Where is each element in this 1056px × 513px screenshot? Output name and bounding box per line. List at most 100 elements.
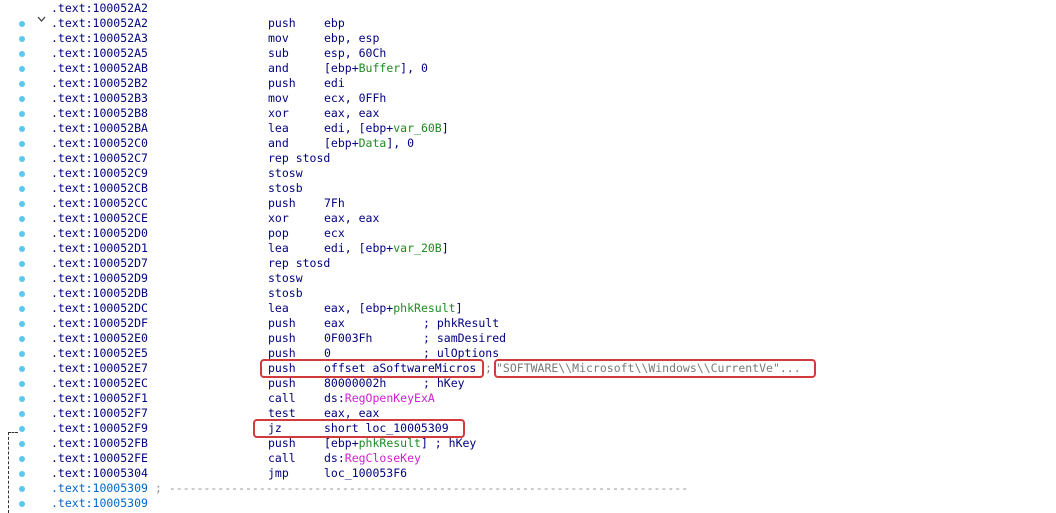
- address: .text:100052CB: [51, 181, 148, 195]
- dot-icon[interactable]: [19, 186, 25, 192]
- jump-arrow-line: [8, 432, 18, 433]
- dot-icon[interactable]: [19, 201, 25, 207]
- code-line[interactable]: .text:100052F1 call ds:RegOpenKeyExA: [51, 391, 1051, 406]
- code-line[interactable]: .text:100052DB stosb: [51, 286, 1051, 301]
- code-line[interactable]: .text:100052C0 and [ebp+Data], 0: [51, 136, 1051, 151]
- dot-icon[interactable]: [19, 456, 25, 462]
- dot-icon[interactable]: [19, 396, 25, 402]
- comment: ; phkResult: [423, 316, 500, 330]
- dot-icon[interactable]: [19, 126, 25, 132]
- code-line[interactable]: .text:10005309 ; ------------------------…: [51, 481, 1051, 496]
- dot-icon[interactable]: [19, 51, 25, 57]
- comment: ; hKey: [423, 376, 465, 390]
- dot-icon[interactable]: [19, 441, 25, 447]
- code-line[interactable]: .text:100052A3 mov ebp, esp: [51, 31, 1051, 46]
- operand: eax, eax: [324, 406, 380, 420]
- dot-icon[interactable]: [19, 81, 25, 87]
- code-line[interactable]: .text:100052BA lea edi, [ebp+var_60B]: [51, 121, 1051, 136]
- code-line[interactable]: .text:100052FB push [ebp+phkResult] ; hKey: [51, 436, 1051, 451]
- mnemonic: call: [268, 451, 296, 465]
- code-line[interactable]: .text:10005309: [51, 496, 1051, 511]
- address: .text:100052EC: [51, 376, 148, 390]
- dot-icon[interactable]: [19, 21, 25, 27]
- code-line[interactable]: .text:100052F7 test eax, eax: [51, 406, 1051, 421]
- address: .text:100052D1: [51, 241, 148, 255]
- code-line[interactable]: .text:100052D1 lea edi, [ebp+var_20B]: [51, 241, 1051, 256]
- dot-icon[interactable]: [19, 486, 25, 492]
- dot-icon[interactable]: [19, 501, 25, 507]
- dot-icon[interactable]: [19, 471, 25, 477]
- code-line[interactable]: .text:100052D9 stosw: [51, 271, 1051, 286]
- address: .text:100052DB: [51, 286, 148, 300]
- variable-name[interactable]: phkResult: [359, 436, 421, 450]
- code-line[interactable]: .text:100052DC lea eax, [ebp+phkResult]: [51, 301, 1051, 316]
- code-line[interactable]: .text:100052CE xor eax, eax: [51, 211, 1051, 226]
- comment: ; ulOptions: [423, 346, 500, 360]
- dot-icon[interactable]: [19, 246, 25, 252]
- dot-icon[interactable]: [19, 276, 25, 282]
- dot-icon[interactable]: [19, 306, 25, 312]
- code-line[interactable]: .text:100052E7 push offset aSoftwareMicros…: [51, 361, 1051, 376]
- code-line[interactable]: .text:100052CB stosb: [51, 181, 1051, 196]
- dot-icon[interactable]: [19, 351, 25, 357]
- variable-name[interactable]: Data: [359, 136, 387, 150]
- api-name[interactable]: RegCloseKey: [345, 451, 421, 465]
- code-line[interactable]: .text:100052A2 push ebp: [51, 16, 1051, 31]
- chevron-down-icon[interactable]: [37, 15, 46, 24]
- code-line[interactable]: .text:10005304 jmp loc_100053F6: [51, 466, 1051, 481]
- dot-icon[interactable]: [19, 291, 25, 297]
- dot-icon[interactable]: [19, 156, 25, 162]
- operand: eax, eax: [324, 211, 380, 225]
- dot-icon[interactable]: [19, 66, 25, 72]
- dot-icon[interactable]: [19, 411, 25, 417]
- dot-icon[interactable]: [19, 381, 25, 387]
- code-line[interactable]: .text:100052CC push 7Fh: [51, 196, 1051, 211]
- dot-icon[interactable]: [19, 336, 25, 342]
- dot-icon[interactable]: [19, 171, 25, 177]
- api-name[interactable]: RegOpenKeyExA: [345, 391, 435, 405]
- dot-icon[interactable]: [19, 36, 25, 42]
- address: .text:100052E0: [51, 331, 148, 345]
- code-line[interactable]: .text:100052A5 sub esp, 60Ch: [51, 46, 1051, 61]
- code-line[interactable]: .text:100052E5 push 0 ; ulOptions: [51, 346, 1051, 361]
- variable-name[interactable]: var_20B: [393, 241, 441, 255]
- code-line[interactable]: .text:100052AB and [ebp+Buffer], 0: [51, 61, 1051, 76]
- operand: 7Fh: [324, 196, 345, 210]
- operand: 0: [324, 346, 331, 360]
- variable-name[interactable]: var_60B: [393, 121, 441, 135]
- dot-icon[interactable]: [19, 216, 25, 222]
- operand: 80000002h: [324, 376, 387, 390]
- dot-icon[interactable]: [19, 96, 25, 102]
- operand: ds:RegCloseKey: [324, 451, 421, 465]
- dot-icon[interactable]: [19, 231, 25, 237]
- code-line[interactable]: .text:100052B2 push edi: [51, 76, 1051, 91]
- dot-icon[interactable]: [19, 366, 25, 372]
- code-line[interactable]: .text:100052D0 pop ecx: [51, 226, 1051, 241]
- code-line[interactable]: .text:100052FE call ds:RegCloseKey: [51, 451, 1051, 466]
- dot-icon[interactable]: [19, 141, 25, 147]
- variable-name[interactable]: Buffer: [359, 61, 401, 75]
- operand: eax, eax: [324, 106, 380, 120]
- code-line[interactable]: .text:100052A2: [51, 1, 1051, 16]
- code-line[interactable]: .text:100052C7 rep stosd: [51, 151, 1051, 166]
- address: .text:100052C9: [51, 166, 148, 180]
- mnemonic: and: [268, 61, 289, 75]
- mnemonic: stosw: [268, 271, 303, 285]
- dot-icon[interactable]: [19, 261, 25, 267]
- code-line[interactable]: .text:100052B3 mov ecx, 0FFh: [51, 91, 1051, 106]
- dot-icon[interactable]: [19, 321, 25, 327]
- operand: edi: [324, 76, 345, 90]
- code-line[interactable]: .text:100052EC push 80000002h ; hKey: [51, 376, 1051, 391]
- code-line[interactable]: .text:100052E0 push 0F003Fh ; samDesired: [51, 331, 1051, 346]
- code-line[interactable]: .text:100052DF push eax ; phkResult: [51, 316, 1051, 331]
- code-line[interactable]: .text:100052B8 xor eax, eax: [51, 106, 1051, 121]
- code-line[interactable]: .text:100052F9 jz short loc_10005309: [51, 421, 1051, 436]
- variable-name[interactable]: phkResult: [393, 301, 455, 315]
- mnemonic: pop: [268, 226, 289, 240]
- code-line[interactable]: .text:100052C9 stosw: [51, 166, 1051, 181]
- operand: offset aSoftwareMicros: [324, 361, 477, 375]
- disassembly-view[interactable]: .text:100052A2 .text:100052A2 push ebp .text…: [0, 0, 1056, 513]
- code-line[interactable]: .text:100052D7 rep stosd: [51, 256, 1051, 271]
- dot-icon[interactable]: [19, 111, 25, 117]
- dot-icon[interactable]: [19, 426, 25, 432]
